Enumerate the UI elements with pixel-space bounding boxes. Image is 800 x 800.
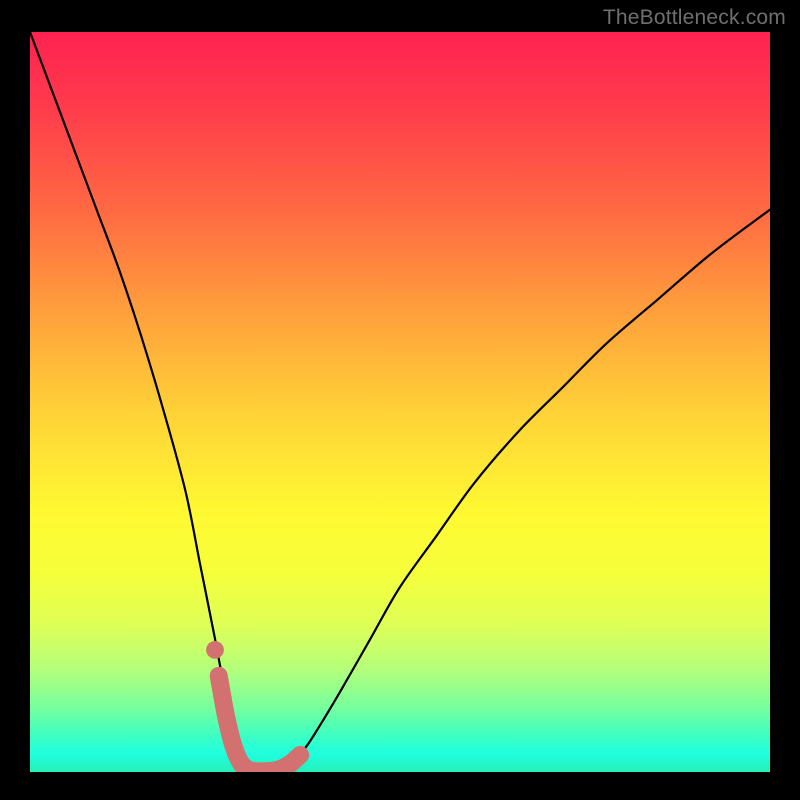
chart-svg xyxy=(30,32,770,772)
watermark-text: TheBottleneck.com xyxy=(603,6,786,30)
chart-frame: TheBottleneck.com xyxy=(0,0,800,800)
highlight-segment xyxy=(219,676,300,772)
highlight-dot xyxy=(206,641,224,659)
plot-area xyxy=(30,32,770,772)
bottleneck-curve xyxy=(30,32,770,772)
